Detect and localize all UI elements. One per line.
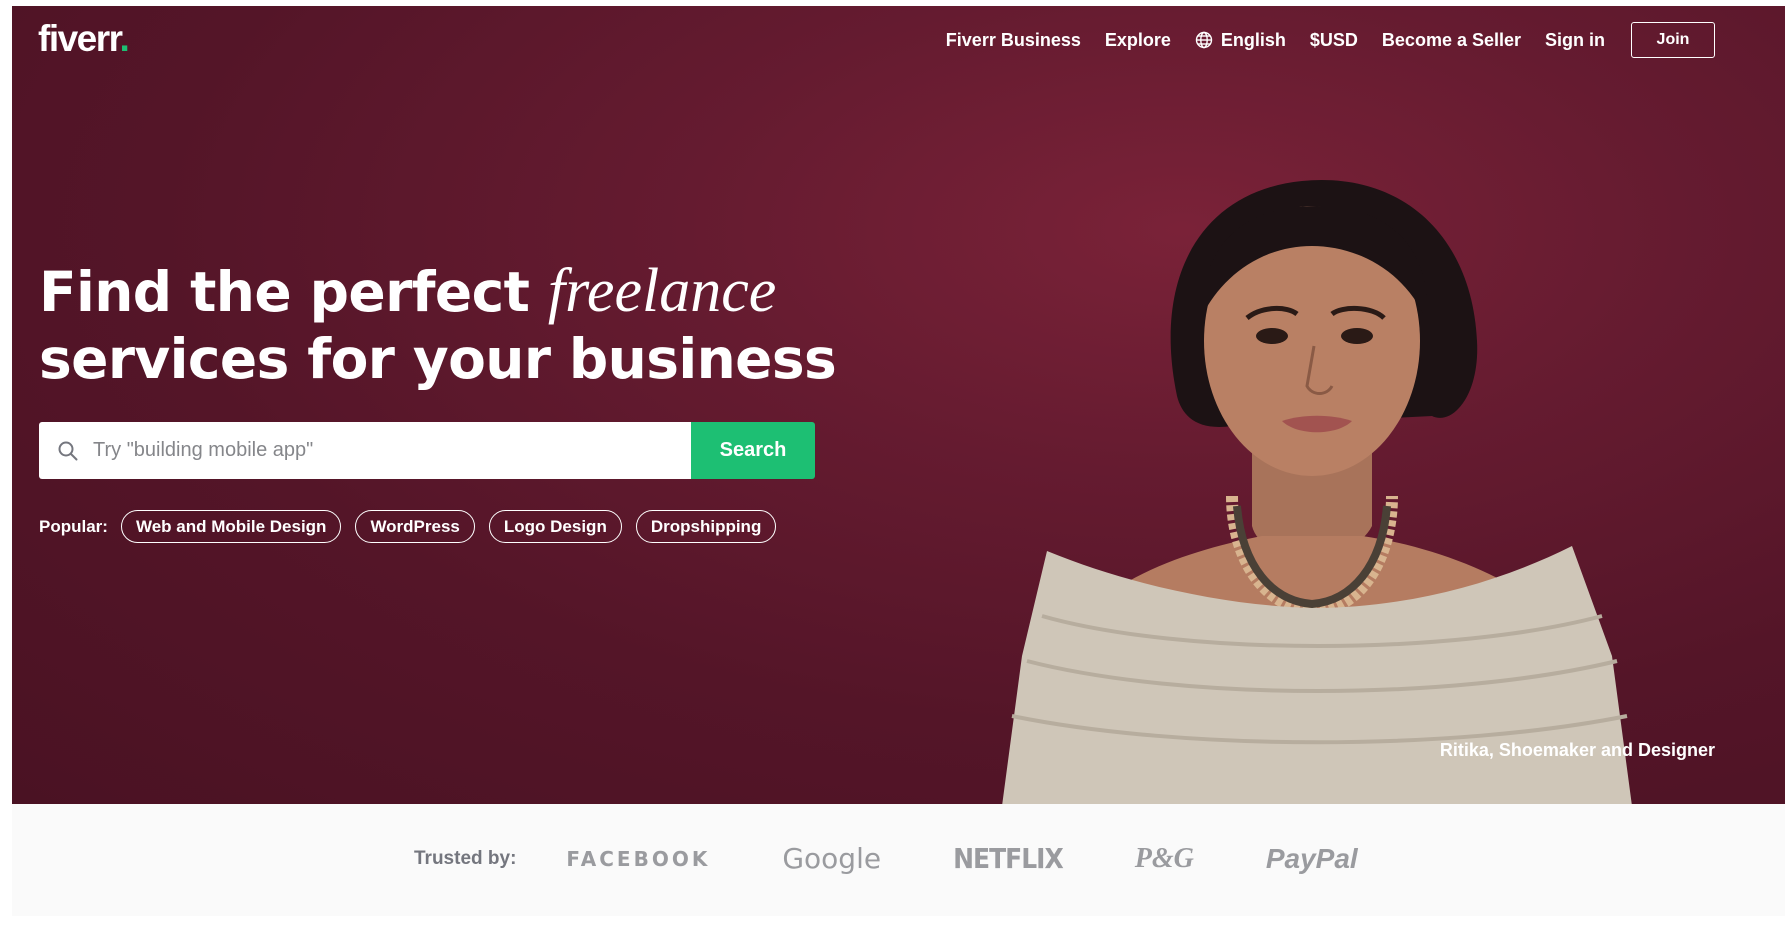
- headline-text: Find the perfect: [39, 260, 548, 324]
- popular-tag-dropshipping[interactable]: Dropshipping: [635, 510, 777, 543]
- globe-icon: [1195, 31, 1213, 49]
- brand-paypal-logo: PayPal: [1265, 842, 1358, 874]
- nav-sign-in[interactable]: Sign in: [1545, 30, 1605, 51]
- nav-become-seller[interactable]: Become a Seller: [1382, 30, 1521, 51]
- brand-google-logo: Google: [782, 842, 882, 875]
- nav-fiverr-business[interactable]: Fiverr Business: [946, 30, 1081, 51]
- popular-tag-logo-design[interactable]: Logo Design: [488, 510, 622, 543]
- top-nav: Fiverr Business Explore English $USD Bec…: [922, 22, 1715, 58]
- trusted-by-bar: Trusted by: FACEBOOK Google NETFLIX P&G …: [12, 804, 1785, 916]
- join-button[interactable]: Join: [1631, 22, 1715, 58]
- brand-facebook-logo: FACEBOOK: [566, 846, 711, 871]
- popular-tags: Popular: Web and Mobile Design WordPress…: [39, 510, 790, 543]
- nav-explore[interactable]: Explore: [1105, 30, 1171, 51]
- popular-tag-web-mobile-design[interactable]: Web and Mobile Design: [120, 510, 342, 543]
- popular-tag-wordpress[interactable]: WordPress: [355, 510, 475, 543]
- logo-dot: .: [119, 18, 130, 59]
- hero-headline: Find the perfect freelance services for …: [39, 258, 837, 393]
- left-border: [0, 0, 12, 942]
- brand-netflix-logo: NETFLIX: [953, 842, 1064, 875]
- headline-accent: freelance: [547, 257, 777, 325]
- nav-language[interactable]: English: [1195, 30, 1286, 51]
- page: fiverr. Fiverr Business Explore English …: [0, 0, 1785, 942]
- hero-caption: Ritika, Shoemaker and Designer: [1439, 740, 1715, 760]
- search-button[interactable]: Search: [691, 422, 815, 479]
- popular-label: Popular:: [39, 516, 108, 536]
- search-bar: [39, 422, 691, 479]
- fiverr-logo[interactable]: fiverr.: [38, 18, 130, 60]
- headline-line-1: Find the perfect freelance: [39, 258, 836, 326]
- search-input[interactable]: [93, 422, 673, 479]
- trusted-by-list: Trusted by: FACEBOOK Google NETFLIX P&G …: [414, 842, 1430, 875]
- brand-pg-logo: P&G: [1134, 842, 1194, 874]
- hero-section: fiverr. Fiverr Business Explore English …: [12, 6, 1785, 804]
- logo-text: fiverr: [38, 18, 121, 59]
- trusted-by-label: Trusted by:: [414, 847, 517, 869]
- hero-portrait-image: [1002, 179, 1632, 804]
- nav-currency[interactable]: $USD: [1310, 30, 1358, 51]
- nav-language-label: English: [1220, 29, 1286, 50]
- headline-line-2: services for your business: [39, 327, 837, 391]
- search-icon: [58, 441, 78, 460]
